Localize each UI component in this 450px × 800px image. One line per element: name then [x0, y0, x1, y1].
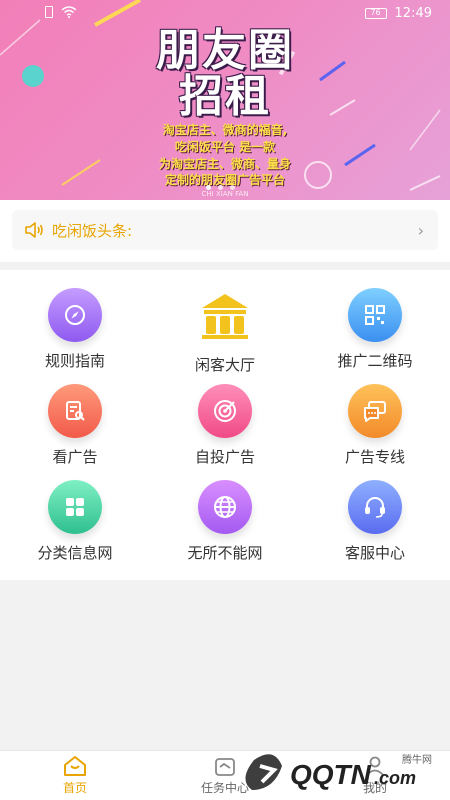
banner-title-line2: 招租 [179, 71, 271, 122]
watermark-brand: 腾牛网 [402, 755, 432, 766]
svg-text:QQTN: QQTN [290, 759, 372, 790]
promo-banner[interactable]: 76 12:49 朋友圈 招租 淘宝店主、微商的福音, 吃闲饭平台 是一款 为淘… [0, 0, 450, 200]
headline-section: 吃闲饭头条: › [0, 200, 450, 262]
grid-item-ad-hotline[interactable]: 广告专线 [300, 366, 450, 466]
grid-item-rules[interactable]: 规则指南 [0, 270, 150, 370]
hall-icon [202, 294, 248, 339]
grid-item-self-ads[interactable]: 自投广告 [150, 366, 300, 466]
function-grid: 规则指南 闲客大厅 推广二维码 看广告 自投广告 广告专线 分类信息网 无所不能… [0, 270, 450, 580]
banner-slogan-line: 淘宝店主、微商的福音, [162, 123, 288, 137]
chevron-right-icon: › [417, 221, 424, 240]
banner-slogan-line: 为淘宝店主、微商、量身 [158, 157, 291, 171]
document-search-icon [48, 384, 102, 438]
qrcode-icon [348, 288, 402, 342]
globe-icon [198, 480, 252, 534]
tab-home[interactable]: 首页 [20, 755, 130, 796]
svg-text:.com: .com [374, 768, 416, 788]
grid-item-hall[interactable]: 闲客大厅 [150, 270, 300, 374]
speaker-icon [25, 222, 43, 238]
banner-subtitle: CHI XIAN FAN [201, 190, 249, 198]
grid-item-qrcode[interactable]: 推广二维码 [300, 270, 450, 370]
grid-item-label: 客服中心 [344, 544, 405, 562]
grid-item-support[interactable]: 客服中心 [300, 462, 450, 562]
grid-icon [48, 480, 102, 534]
grid-item-watch-ads[interactable]: 看广告 [0, 366, 150, 466]
banner-slogan-line: 吃闲饭平台 是一款 [174, 140, 276, 154]
grid-item-omnipotent[interactable]: 无所不能网 [150, 462, 300, 562]
target-icon [198, 384, 252, 438]
tab-label: 首页 [62, 781, 87, 795]
compass-icon [48, 288, 102, 342]
grid-item-label: 无所不能网 [187, 544, 263, 562]
grid-item-classified[interactable]: 分类信息网 [0, 462, 150, 562]
grid-item-label: 分类信息网 [37, 544, 113, 562]
headline-bar[interactable]: 吃闲饭头条: › [12, 210, 438, 250]
bottom-tab-bar: 首页 任务中心 我的 QQTN .com 腾牛网 [0, 750, 450, 800]
headline-label: 吃闲饭头条: [52, 221, 133, 240]
home-icon [64, 756, 86, 776]
task-icon [215, 758, 235, 776]
headset-icon [348, 480, 402, 534]
chat-icon [348, 384, 402, 438]
